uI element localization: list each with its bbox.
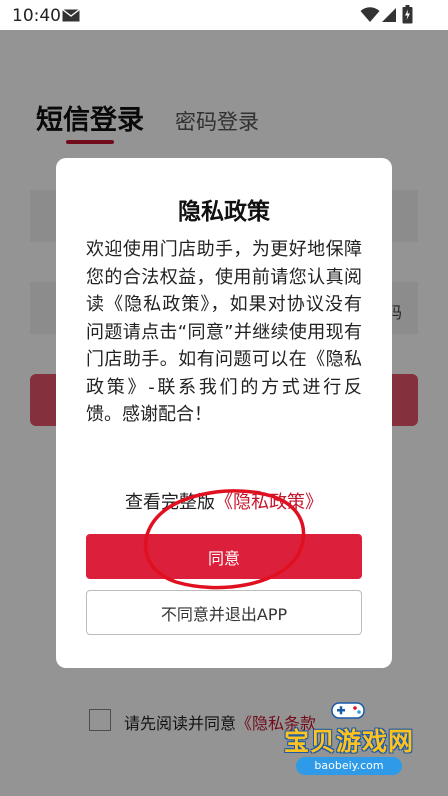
dialog-title: 隐私政策 [178,199,270,225]
watermark-text-cn: 宝贝游戏网 [283,727,414,756]
red-circle-annotation [143,489,306,590]
gamepad-icon [331,702,365,719]
status-bar: 10:40 [0,0,448,30]
wifi-icon [360,7,380,22]
watermark-logo: 宝贝游戏网 baobeiy.com [274,700,424,784]
disagree-exit-button[interactable]: 不同意并退出APP [86,590,362,635]
mail-icon [62,9,80,22]
battery-icon [402,5,413,24]
watermark-text-en: baobeiy.com [296,757,402,775]
status-time: 10:40 [12,6,61,26]
dialog-body-text: 欢迎使用门店助手，为更好地保障您的合法权益，使用前请您认真阅读《隐私政策》，如果… [86,239,362,425]
signal-icon [382,8,396,22]
